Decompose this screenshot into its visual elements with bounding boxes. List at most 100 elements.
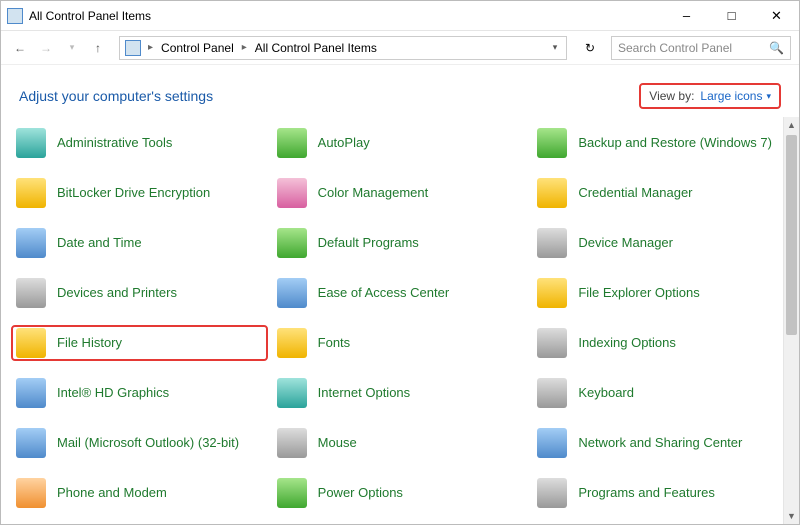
address-dropdown-icon[interactable]: ▾ [546,42,564,53]
cp-item-network-and-sharing-center[interactable]: Network and Sharing Center [532,425,789,461]
breadcrumb-current[interactable]: All Control Panel Items [251,41,381,55]
up-button[interactable]: ↑ [87,37,109,59]
power-options-icon [276,477,308,509]
view-by-selector[interactable]: View by: Large icons ▾ [639,83,781,109]
address-bar[interactable]: ▸ Control Panel ▸ All Control Panel Item… [119,36,567,60]
cp-item-label: Administrative Tools [57,135,172,151]
cp-item-date-and-time[interactable]: Date and Time [11,225,268,261]
refresh-button[interactable]: ↻ [577,36,603,60]
cp-item-bitlocker-drive-encryption[interactable]: BitLocker Drive Encryption [11,175,268,211]
internet-options-icon [276,377,308,409]
cp-item-label: Keyboard [578,385,634,401]
heading-row: Adjust your computer's settings View by:… [1,65,799,115]
cp-item-label: AutoPlay [318,135,370,151]
cp-item-power-options[interactable]: Power Options [272,475,529,511]
cp-item-fonts[interactable]: Fonts [272,325,529,361]
cp-item-file-history[interactable]: File History [11,325,268,361]
network-and-sharing-center-icon [536,427,568,459]
indexing-options-icon [536,327,568,359]
view-by-value: Large icons [700,89,762,103]
cp-item-label: Default Programs [318,235,419,251]
forward-button[interactable]: → [35,37,57,59]
programs-and-features-icon [536,477,568,509]
cp-item-ease-of-access-center[interactable]: Ease of Access Center [272,275,529,311]
cp-item-label: Mail (Microsoft Outlook) (32-bit) [57,435,239,451]
cp-item-label: Internet Options [318,385,411,401]
cp-item-mail-outlook[interactable]: Mail (Microsoft Outlook) (32-bit) [11,425,268,461]
chevron-down-icon: ▾ [766,91,771,102]
titlebar: All Control Panel Items – □ ✕ [1,1,799,31]
cp-item-label: File Explorer Options [578,285,699,301]
mouse-icon [276,427,308,459]
file-history-icon [15,327,47,359]
cp-item-label: Network and Sharing Center [578,435,742,451]
device-manager-icon [536,227,568,259]
date-and-time-icon [15,227,47,259]
cp-item-default-programs[interactable]: Default Programs [272,225,529,261]
maximize-button[interactable]: □ [709,1,754,31]
search-placeholder: Search Control Panel [618,41,732,55]
bitlocker-drive-encryption-icon [15,177,47,209]
search-icon: 🔍 [769,41,784,55]
autoplay-icon [276,127,308,159]
page-heading: Adjust your computer's settings [19,88,213,104]
cp-item-label: Mouse [318,435,357,451]
cp-item-keyboard[interactable]: Keyboard [532,375,789,411]
cp-item-credential-manager[interactable]: Credential Manager [532,175,789,211]
cp-item-label: Intel® HD Graphics [57,385,169,401]
default-programs-icon [276,227,308,259]
cp-item-label: Phone and Modem [57,485,167,501]
cp-item-label: BitLocker Drive Encryption [57,185,210,201]
file-explorer-options-icon [536,277,568,309]
cp-item-devices-and-printers[interactable]: Devices and Printers [11,275,268,311]
administrative-tools-icon [15,127,47,159]
vertical-scrollbar[interactable]: ▲ ▼ [783,117,799,524]
content-area: Administrative Tools AutoPlay Backup and R… [1,117,799,524]
cp-item-color-management[interactable]: Color Management [272,175,529,211]
chevron-right-icon[interactable]: ▸ [238,42,251,53]
cp-item-programs-and-features[interactable]: Programs and Features [532,475,789,511]
navbar: ← → ▾ ↑ ▸ Control Panel ▸ All Control Pa… [1,31,799,65]
recent-locations-button[interactable]: ▾ [61,37,83,59]
window-icon [7,8,23,24]
cp-item-label: Date and Time [57,235,142,251]
window-title: All Control Panel Items [29,9,664,23]
minimize-button[interactable]: – [664,1,709,31]
cp-item-indexing-options[interactable]: Indexing Options [532,325,789,361]
cp-item-label: Power Options [318,485,403,501]
cp-item-label: Credential Manager [578,185,692,201]
phone-and-modem-icon [15,477,47,509]
cp-item-autoplay[interactable]: AutoPlay [272,125,529,161]
cp-item-label: Ease of Access Center [318,285,450,301]
search-input[interactable]: Search Control Panel 🔍 [611,36,791,60]
scroll-up-button[interactable]: ▲ [784,117,799,133]
cp-item-file-explorer-options[interactable]: File Explorer Options [532,275,789,311]
cp-item-mouse[interactable]: Mouse [272,425,529,461]
cp-item-label: Device Manager [578,235,673,251]
close-button[interactable]: ✕ [754,1,799,31]
chevron-right-icon[interactable]: ▸ [144,42,157,53]
breadcrumb-root[interactable]: Control Panel [157,41,238,55]
cp-item-label: Backup and Restore (Windows 7) [578,135,772,151]
devices-and-printers-icon [15,277,47,309]
keyboard-icon [536,377,568,409]
items-grid: Administrative Tools AutoPlay Backup and R… [1,117,799,519]
cp-item-internet-options[interactable]: Internet Options [272,375,529,411]
view-by-label: View by: [649,89,694,103]
cp-item-phone-and-modem[interactable]: Phone and Modem [11,475,268,511]
cp-item-device-manager[interactable]: Device Manager [532,225,789,261]
cp-item-backup-and-restore[interactable]: Backup and Restore (Windows 7) [532,125,789,161]
cp-item-administrative-tools[interactable]: Administrative Tools [11,125,268,161]
cp-item-intel-hd-graphics[interactable]: Intel® HD Graphics [11,375,268,411]
control-panel-icon [125,40,141,56]
scroll-thumb[interactable] [786,135,797,335]
mail-outlook-icon [15,427,47,459]
cp-item-label: Color Management [318,185,429,201]
scroll-down-button[interactable]: ▼ [784,508,799,524]
back-button[interactable]: ← [9,37,31,59]
ease-of-access-center-icon [276,277,308,309]
credential-manager-icon [536,177,568,209]
cp-item-label: Programs and Features [578,485,715,501]
color-management-icon [276,177,308,209]
cp-item-label: File History [57,335,122,351]
